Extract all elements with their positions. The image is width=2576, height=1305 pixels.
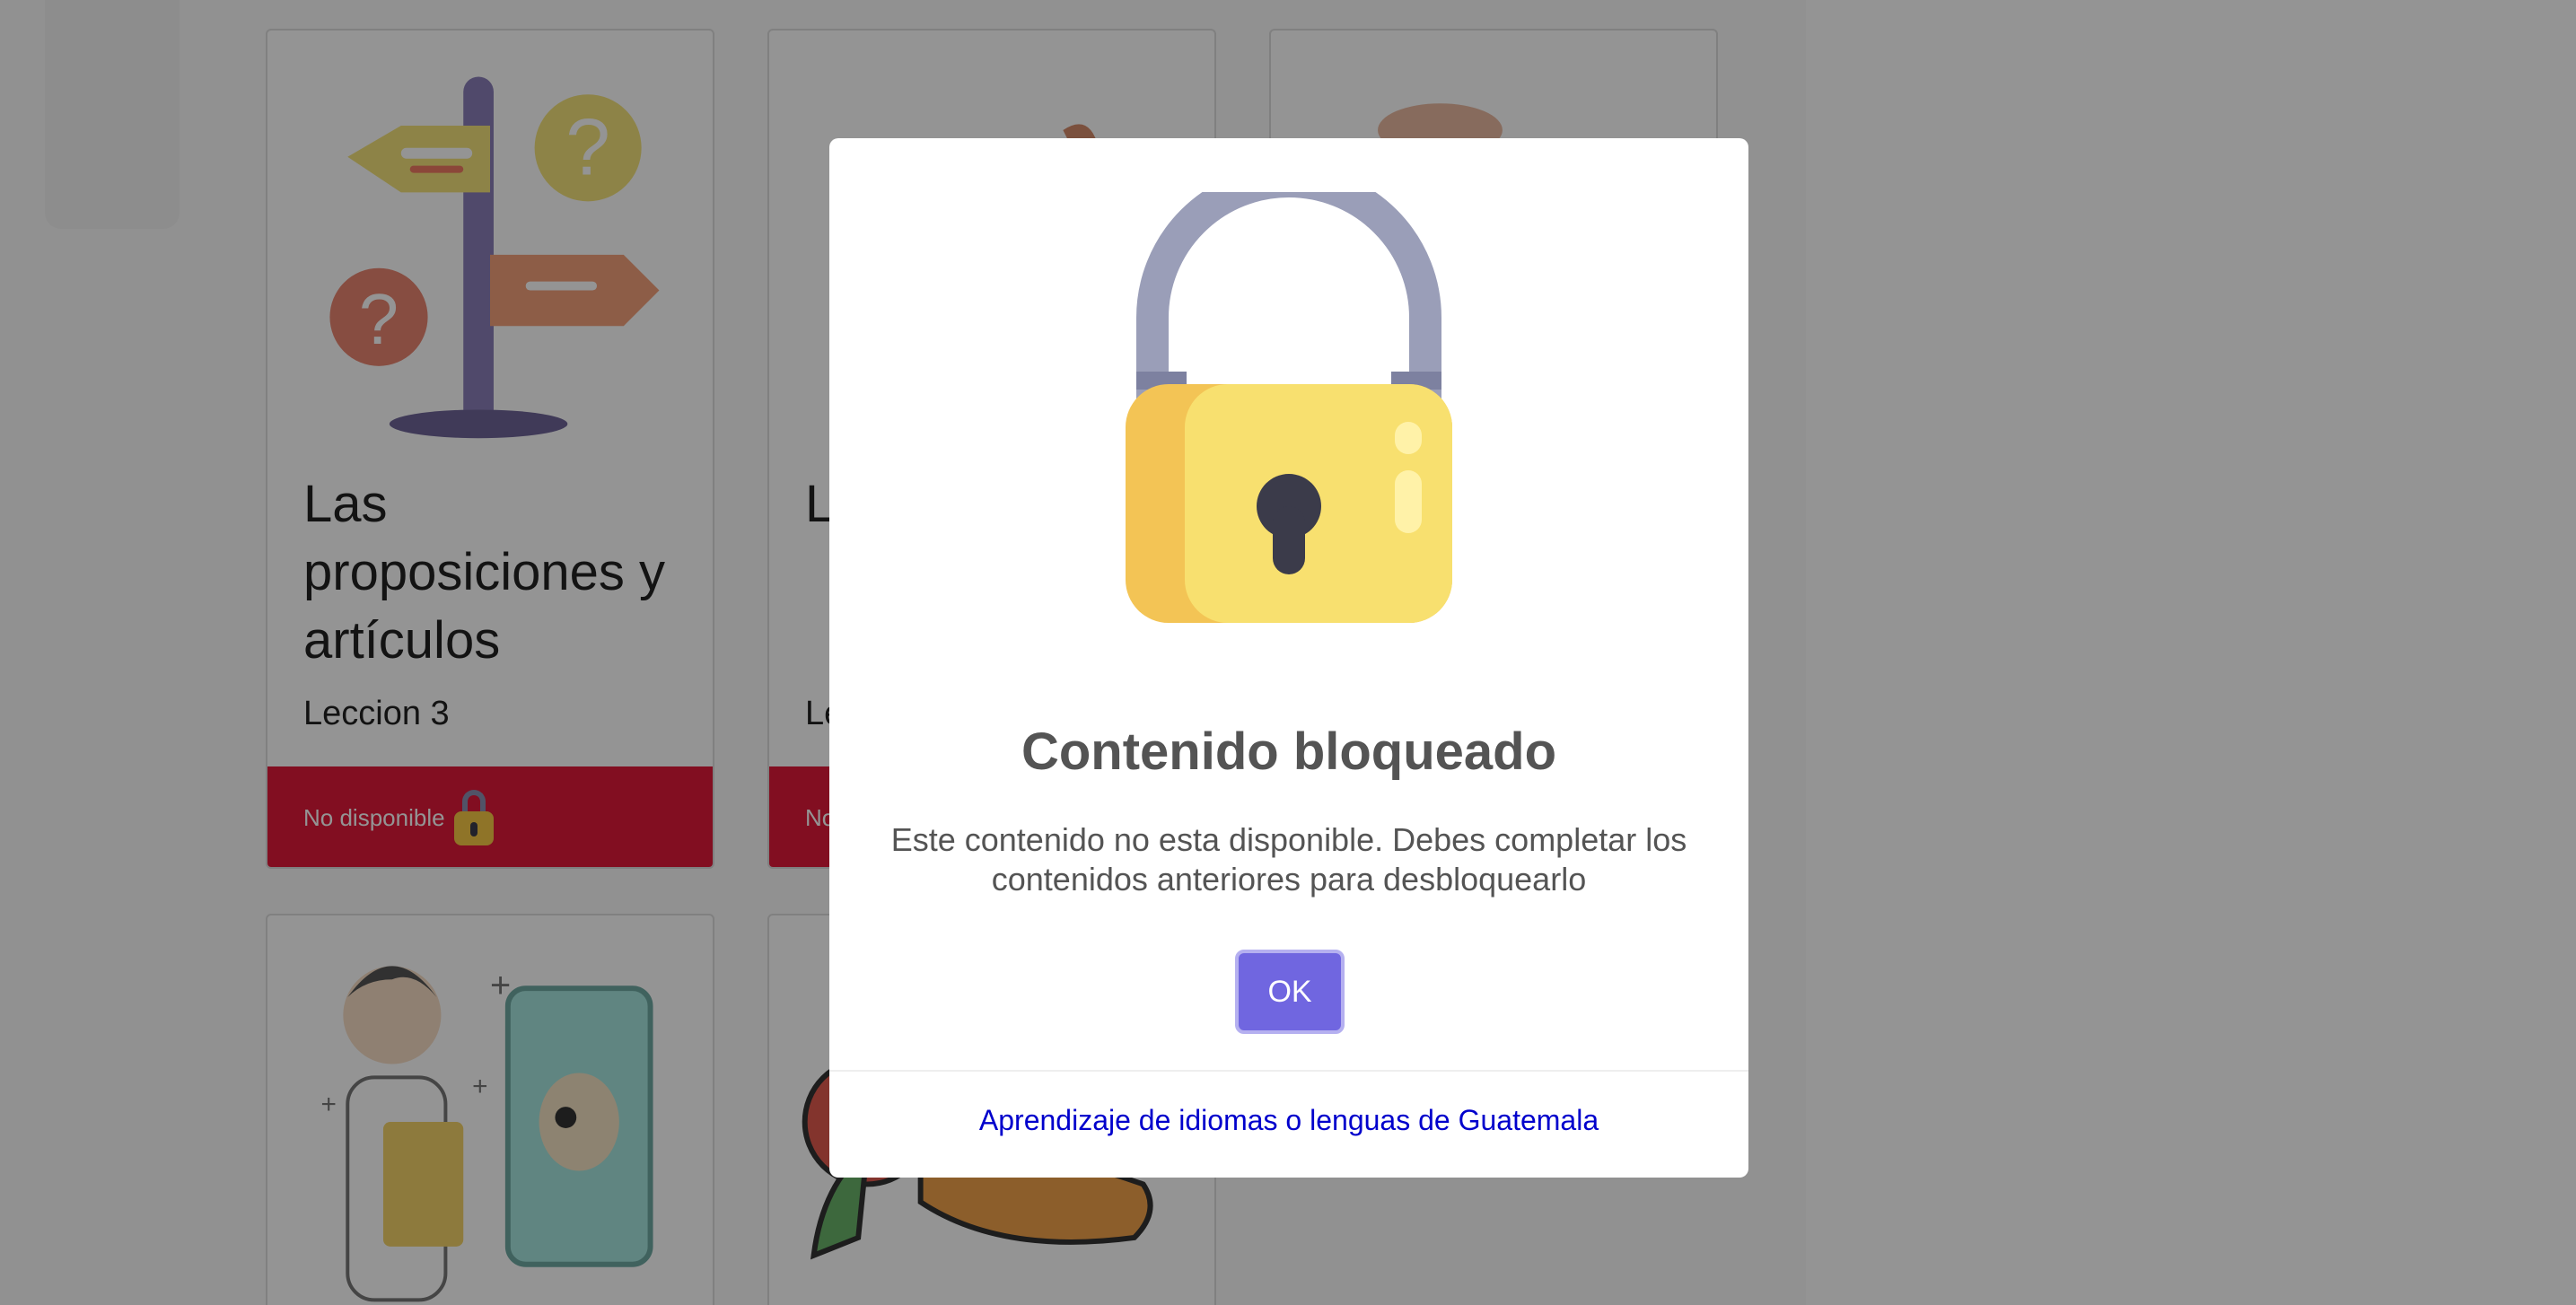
locked-content-dialog: Contenido bloqueado Este contenido no es…: [829, 138, 1748, 1178]
dialog-message: Este contenido no esta disponible. Debes…: [890, 821, 1687, 898]
guatemala-languages-link[interactable]: Aprendizaje de idiomas o lenguas de Guat…: [829, 1104, 1748, 1137]
dialog-divider: [829, 1070, 1748, 1072]
ok-button[interactable]: OK: [1235, 950, 1345, 1034]
dialog-title: Contenido bloqueado: [1021, 723, 1557, 781]
padlock-icon: [1126, 192, 1452, 623]
